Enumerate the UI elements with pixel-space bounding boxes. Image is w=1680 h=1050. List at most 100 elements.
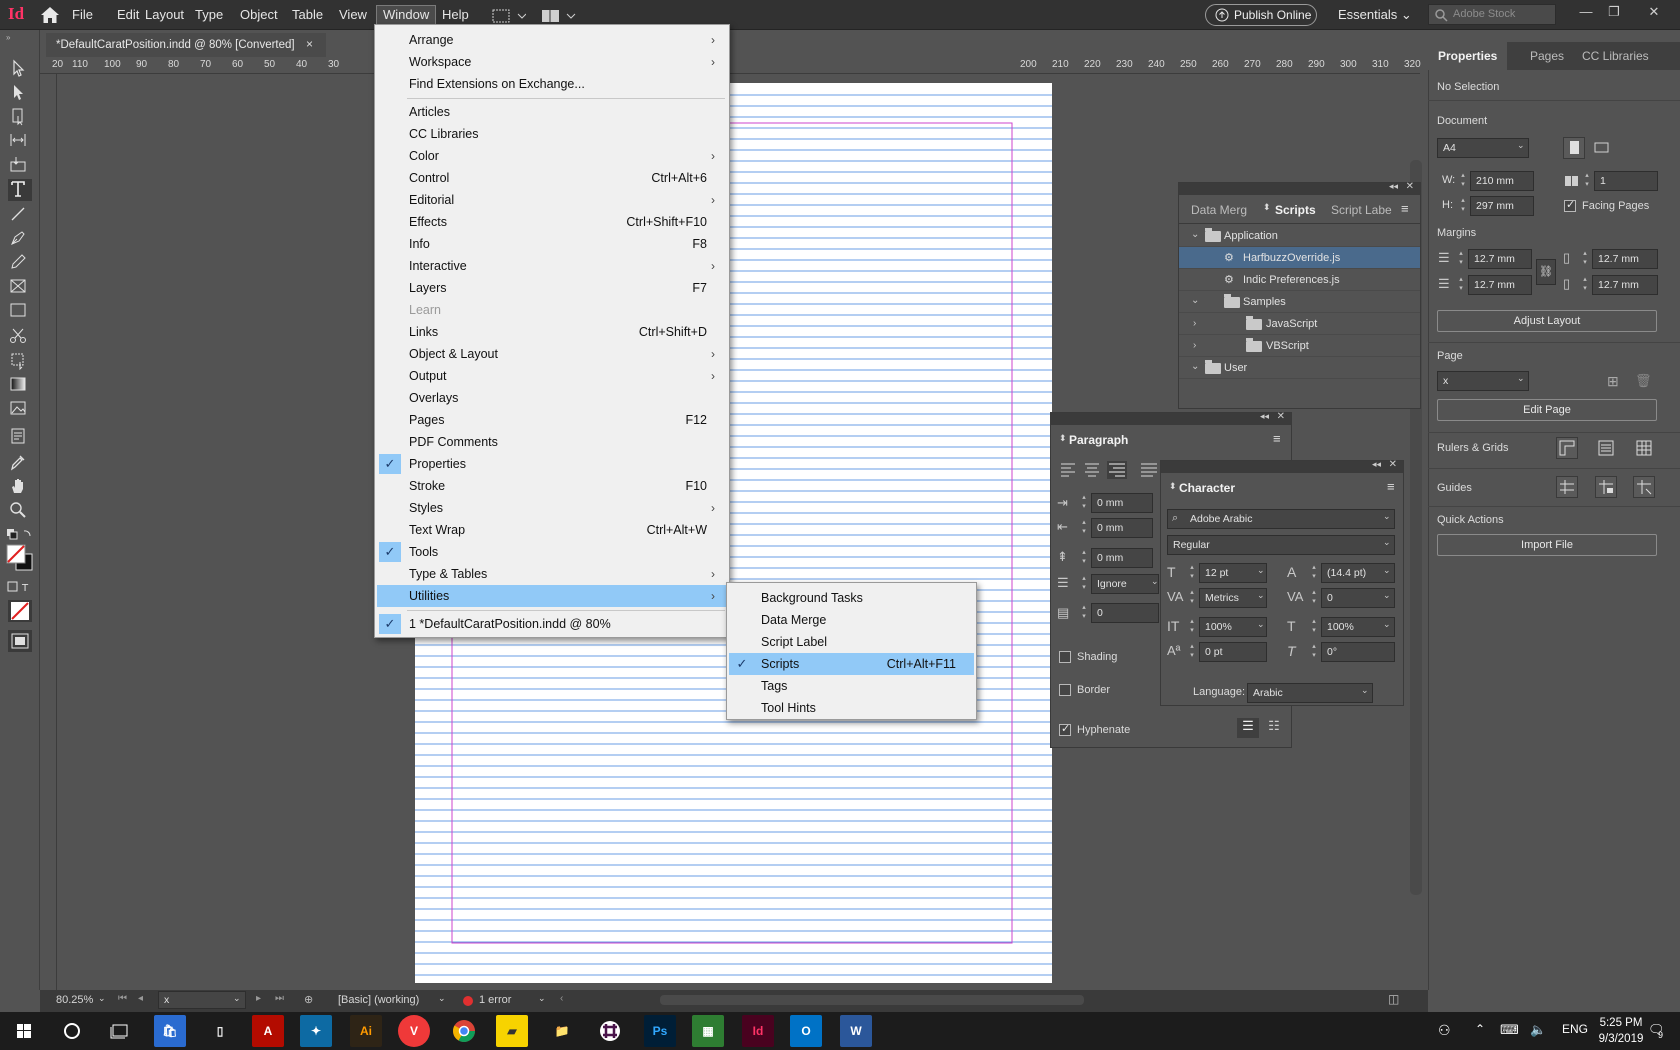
guides-lock-icon[interactable] [1595,476,1617,498]
menu-item-data-merge[interactable]: Data Merge [729,609,974,631]
zoom-level[interactable]: 80.25% [56,994,93,1006]
chevron-down-icon[interactable]: ⌄ [1383,590,1391,601]
menu-item-tools[interactable]: Tools ✓ [377,541,727,563]
menu-item-output[interactable]: Output › [377,365,727,387]
workspace-switcher[interactable]: Essentials ⌄ [1338,5,1416,25]
chevron-down-icon[interactable]: ⌄ [1257,619,1265,630]
font-family-select[interactable]: Adobe Arabic [1167,509,1395,529]
formatting-container-icon[interactable]: T [6,580,34,594]
menu-window[interactable]: Window [376,5,437,25]
tree-row-javascript[interactable]: › JavaScript [1179,313,1420,335]
close-panel-icon[interactable]: ✕ [1406,181,1414,192]
page-count-field[interactable]: 1 [1594,171,1658,191]
chevron-down-icon[interactable]: ⌄ [1383,537,1391,548]
landscape-orientation-icon[interactable] [1590,137,1612,159]
chevron-down-icon[interactable]: ⌄ [1361,685,1369,696]
menu-item-object-layout[interactable]: Object & Layout › [377,343,727,365]
horizontal-scrollbar[interactable] [660,995,1084,1005]
stepper-icon[interactable]: ▴ ▾ [1456,275,1466,295]
stepper-icon[interactable]: ▴ ▾ [1458,171,1468,191]
stepper-icon[interactable]: ▴ ▾ [1187,588,1197,608]
menu-layout[interactable]: Layout [139,5,190,25]
chevron-down-icon[interactable]: ⌄ [1151,576,1159,587]
menu-item-pdf-comments[interactable]: PDF Comments [377,431,727,453]
smart-guides-icon[interactable] [1633,476,1655,498]
import-file-button[interactable]: Import File [1437,534,1657,556]
stepper-icon[interactable]: ▴ ▾ [1456,249,1466,269]
collapse-panel-icon[interactable]: ◂◂ [1389,181,1398,192]
baseline-shift-field[interactable]: 0 pt [1199,642,1267,662]
collapse-toolbar-icon[interactable]: » [6,33,34,42]
collapse-panel-icon[interactable]: ◂◂ [1260,411,1269,422]
document-grid-icon[interactable] [1633,437,1655,459]
left-indent-field[interactable]: 0 mm [1091,493,1153,513]
language-indicator[interactable]: ENG [1562,1022,1588,1036]
menu-item-interactive[interactable]: Interactive › [377,255,727,277]
app-icon[interactable]: ✦ [300,1015,332,1047]
acrobat-icon[interactable]: A [252,1015,284,1047]
page-size-select[interactable]: A4 [1437,138,1529,158]
menu-item-cc-libraries[interactable]: CC Libraries [377,123,727,145]
file-icon[interactable]: ▯ [204,1015,236,1047]
font-style-select[interactable]: Regular [1167,535,1395,555]
menu-item-scripts[interactable]: Scripts ✓ Ctrl+Alt+F11 [729,653,974,675]
next-page-icon[interactable]: ▸ [256,993,261,1004]
space-before-field[interactable]: 0 mm [1091,548,1153,568]
baseline-grid-icon[interactable] [1595,437,1617,459]
illustrator-icon[interactable]: Ai [350,1015,382,1047]
chevron-down-icon[interactable]: ⌄ [98,993,106,1004]
panel-header[interactable]: ◂◂ ✕ [1179,181,1420,195]
stepper-icon[interactable]: ▴ ▾ [1187,563,1197,583]
add-page-icon[interactable]: ⊞ [1607,373,1619,390]
menu-item-styles[interactable]: Styles › [377,497,727,519]
stepper-icon[interactable]: ▴ ▾ [1582,171,1592,191]
portrait-orientation-icon[interactable] [1563,137,1585,159]
rectangle-tool-icon[interactable] [8,300,32,322]
panel-menu-icon[interactable]: ≡ [1387,479,1395,494]
edit-page-button[interactable]: Edit Page [1437,399,1657,421]
chevron-down-icon[interactable]: ⌄ [1191,224,1199,246]
margin-inside-field[interactable]: 12.7 mm [1592,249,1658,269]
tab-script-label[interactable]: Script Labe [1323,197,1399,223]
stepper-icon[interactable]: ▴ ▾ [1458,196,1468,216]
stepper-icon[interactable]: ▴ ▾ [1309,588,1319,608]
chevron-down-icon[interactable]: ⌄ [1383,511,1391,522]
page-tool-icon[interactable] [8,106,32,128]
stepper-icon[interactable]: ▴ ▾ [1079,548,1089,568]
eyedropper-tool-icon[interactable] [8,452,32,474]
menu-item-articles[interactable]: Articles [377,101,727,123]
content-collector-icon[interactable] [8,154,32,176]
skew-field[interactable]: 0° [1321,642,1395,662]
menu-item-control[interactable]: Control Ctrl+Alt+6 [377,167,727,189]
keyboard-icon[interactable]: ⌨ [1500,1022,1519,1038]
chevron-down-icon[interactable]: ⌄ [438,993,446,1004]
document-tab[interactable]: *DefaultCaratPosition.indd @ 80% [Conver… [46,33,326,57]
task-view-icon[interactable] [104,1015,136,1047]
vivaldi-icon[interactable]: V [398,1015,430,1047]
stepper-icon[interactable]: ▴ ▾ [1580,249,1590,269]
menu-item-links[interactable]: Links Ctrl+Shift+D [377,321,727,343]
type-tool-icon[interactable] [8,179,32,201]
vertical-ruler[interactable] [40,74,57,990]
tree-row-samples[interactable]: ⌄ Samples [1179,291,1420,313]
menu-item-layers[interactable]: Layers F7 [377,277,727,299]
menu-item-utilities[interactable]: Utilities › [377,585,727,607]
note-tool-icon[interactable] [8,426,32,448]
word-icon[interactable]: W [840,1015,872,1047]
menu-item-arrange[interactable]: Arrange › [377,29,727,51]
windows-start-icon[interactable] [8,1015,40,1047]
selection-tool-icon[interactable] [8,58,32,80]
adjust-layout-button[interactable]: Adjust Layout [1437,310,1657,332]
panel-header[interactable]: ◂◂ ✕ [1051,411,1291,425]
stepper-icon[interactable]: ▴ ▾ [1309,617,1319,637]
store-icon[interactable]: 🛍 [154,1015,186,1047]
shading-checkbox[interactable] [1059,651,1071,663]
cortana-icon[interactable] [56,1015,88,1047]
apply-none-icon[interactable] [8,600,32,622]
language-select[interactable]: Arabic [1247,683,1373,703]
tab-cc-libraries[interactable]: CC Libraries [1572,42,1659,70]
menu-item-overlays[interactable]: Overlays [377,387,727,409]
page-select[interactable]: x [1437,371,1529,391]
zoom-tool-icon[interactable] [8,500,32,522]
previous-page-icon[interactable]: ◂ [138,993,143,1004]
